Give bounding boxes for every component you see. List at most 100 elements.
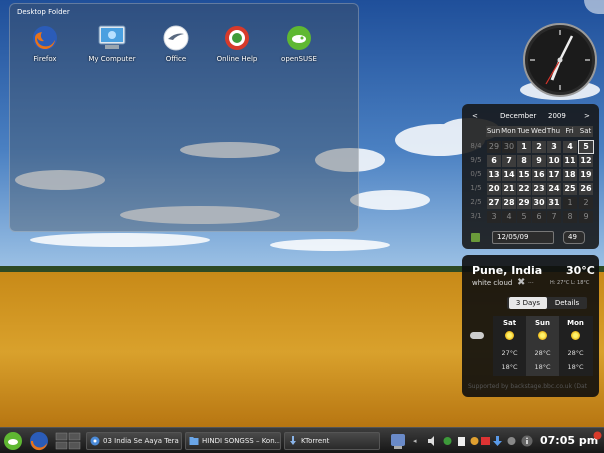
weather-source-link[interactable]: Supported by backstage.bbc.co.uk (Dat [468,383,587,390]
tray-expand-icon[interactable]: ◂ [413,437,421,447]
day-name: Sun [486,127,501,135]
info-icon[interactable] [521,435,533,447]
sun-icon [538,331,547,340]
firefox-icon[interactable] [28,431,50,451]
download-arrow-icon[interactable] [493,436,502,446]
my-computer-launcher[interactable]: My Computer [82,24,142,63]
calendar-day-cell[interactable]: 1 [517,141,531,153]
week-number: 1/5 [470,184,482,192]
calendar-day-cell[interactable]: 2 [579,197,593,209]
calendar-day-cell[interactable]: 8 [517,155,531,167]
update-icon[interactable] [470,436,479,446]
logout-icon[interactable] [593,431,602,440]
icon-label: My Computer [88,55,136,63]
calendar-day-cell[interactable]: 29 [517,197,531,209]
firefox-launcher[interactable]: Firefox [15,24,75,63]
calendar-day-cell[interactable]: 7 [547,211,561,223]
calendar-day-cell[interactable]: 29 [487,141,501,153]
clipboard-icon[interactable] [457,436,466,446]
task-button-folder[interactable]: HINDI SONGSS – Kon... [185,432,281,450]
calendar-day-cell[interactable]: 30 [532,197,546,209]
calendar-day-cell[interactable]: 3 [487,211,501,223]
volume-icon[interactable] [428,436,437,446]
pager-icon[interactable] [55,431,81,451]
calendar-day-cell[interactable]: 20 [487,183,501,195]
calendar-day-cell[interactable]: 9 [532,155,546,167]
calendar-day-cell[interactable]: 3 [547,141,561,153]
day-name: Thu [546,127,561,135]
calendar-day-cell[interactable]: 28 [502,197,516,209]
taskbar-clock[interactable]: 07:05 pm [540,434,598,447]
calendar-day-cell[interactable]: 15 [517,169,531,181]
close-icon[interactable]: ✖ [517,277,525,288]
office-launcher[interactable]: Office [146,24,206,63]
calendar-year[interactable]: 2009 [548,112,566,120]
forecast-day-name: Sun [534,319,550,327]
calendar-day-cell[interactable]: 25 [563,183,577,195]
date-input[interactable]: 12/05/09 [492,231,554,244]
kickoff-menu-icon[interactable] [2,431,24,451]
opensuse-icon [287,26,311,50]
opensuse-launcher[interactable]: openSUSE [269,24,329,63]
calendar-day-cell[interactable]: 6 [487,155,501,167]
calendar-day-cell[interactable]: 19 [579,169,593,181]
network-icon[interactable] [443,436,452,446]
calendar-day-cell[interactable]: 8 [563,211,577,223]
forecast-day-name: Sat [502,319,517,327]
forecast-high: 28°C [567,349,584,357]
forecast-low: 18°C [501,363,518,371]
forecast-low: 18°C [567,363,584,371]
calendar-day-cell[interactable]: 5 [517,211,531,223]
calendar-day-cell[interactable]: 2 [532,141,546,153]
icon-label: Online Help [216,55,258,63]
calendar-day-cell[interactable]: 24 [547,183,561,195]
calendar-day-cell[interactable]: 22 [517,183,531,195]
download-icon [290,436,296,445]
calendar-day-names: Sun Mon Tue Wed Thu Fri Sat [486,126,593,137]
week-number: 3/1 [470,212,482,220]
calendar-day-cell[interactable]: 18 [563,169,577,181]
sun-icon [571,331,580,340]
tab-details[interactable]: Details [549,297,585,309]
week-spinner[interactable]: 49 [563,231,585,244]
calendar-day-cell[interactable]: 13 [487,169,501,181]
forecast-high: 28°C [534,349,551,357]
week-number: 2/5 [470,198,482,206]
tab-3-days[interactable]: 3 Days [509,297,547,309]
calendar-day-cell[interactable]: 4 [502,211,516,223]
next-month-button[interactable]: > [584,112,590,120]
task-label: 03 India Se Aaya Tera D... [103,437,181,445]
calendar-day-cell[interactable]: 31 [547,197,561,209]
calendar-day-cell[interactable]: 27 [487,197,501,209]
calendar-day-cell[interactable]: 26 [579,183,593,195]
calendar-day-cell[interactable]: 17 [547,169,561,181]
calendar-day-cell[interactable]: 5 [578,140,594,154]
calendar-day-cell[interactable]: 23 [532,183,546,195]
klipper-icon[interactable] [507,436,516,446]
weather-temperature: 30°C [566,264,595,277]
calendar-day-cell[interactable]: 1 [563,197,577,209]
weather-hi-lo: H: 27°C L: 18°C [550,280,590,286]
calendar-day-cell[interactable]: 11 [563,155,577,167]
office-icon [163,25,189,51]
calendar-day-cell[interactable]: 7 [502,155,516,167]
calendar-day-cell[interactable]: 21 [502,183,516,195]
prev-month-button[interactable]: < [472,112,478,120]
calendar-day-cell[interactable]: 6 [532,211,546,223]
calendar-day-cell[interactable]: 12 [579,155,593,167]
calendar-day-cell[interactable]: 10 [547,155,561,167]
week-number: 8/4 [470,142,482,150]
task-button-ktorrent[interactable]: KTorrent [284,432,380,450]
device-notifier-icon[interactable] [388,431,408,451]
more-icon: ... [528,278,534,285]
calendar-month[interactable]: December [500,112,536,120]
ktorrent-tray-icon[interactable] [481,436,490,446]
calendar-day-cell[interactable]: 16 [532,169,546,181]
calendar-day-cell[interactable]: 14 [502,169,516,181]
online-help-launcher[interactable]: Online Help [207,24,267,63]
calendar-day-cell[interactable]: 30 [502,141,516,153]
calendar-day-cell[interactable]: 4 [563,141,577,153]
calendar-day-cell[interactable]: 9 [579,211,593,223]
calendar-small-icon[interactable] [471,233,480,242]
task-button-music[interactable]: 03 India Se Aaya Tera D... [86,432,182,450]
